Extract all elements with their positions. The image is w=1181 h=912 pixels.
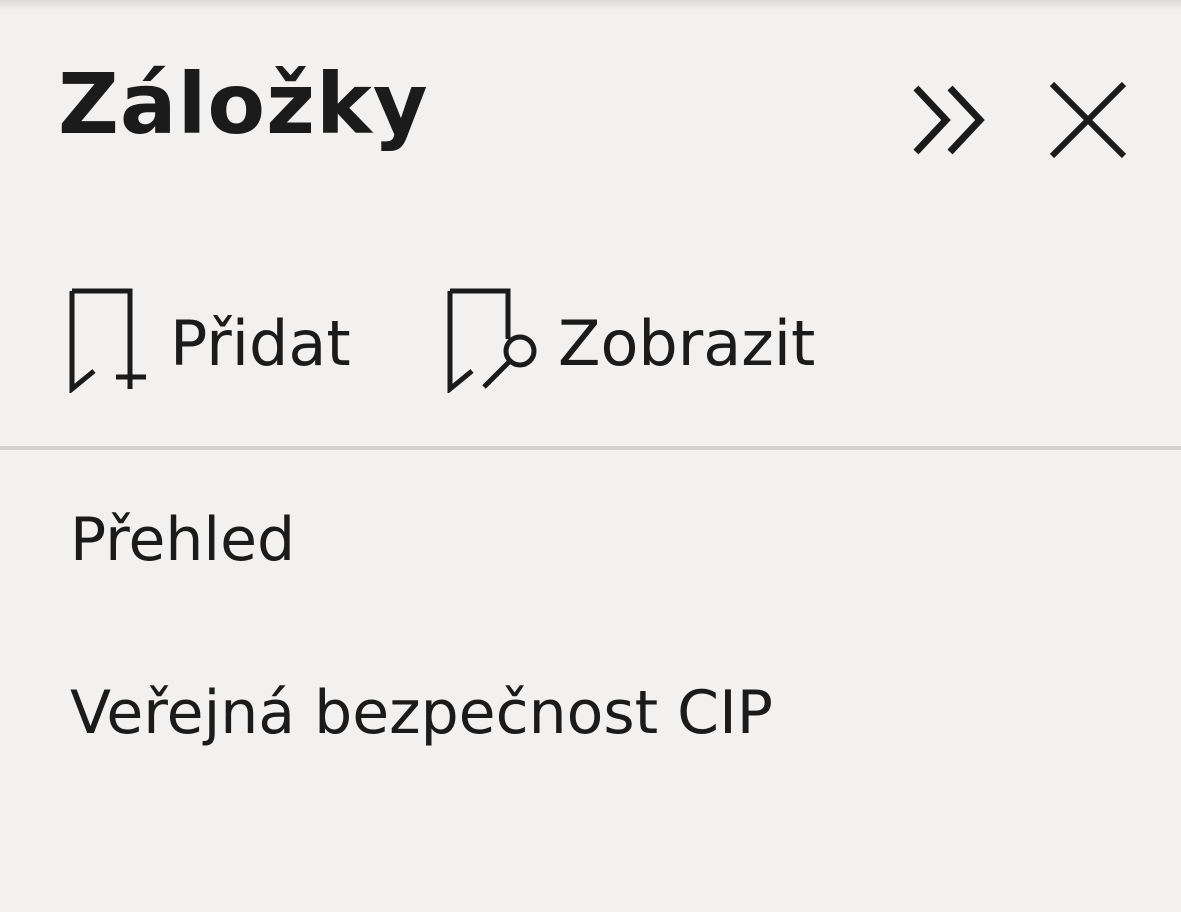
bookmark-item[interactable]: Přehled [70, 510, 295, 570]
collapse-panel-button[interactable] [905, 72, 995, 168]
add-bookmark-button[interactable]: Přidat [66, 285, 351, 395]
close-panel-button[interactable] [1043, 72, 1133, 168]
double-chevron-right-icon [913, 85, 985, 155]
close-icon [1049, 81, 1127, 159]
panel-title: Záložky [58, 55, 429, 153]
divider [0, 446, 1181, 450]
bookmarks-panel: Záložky Přidat Zobrazit Přehled Veřejná … [0, 0, 1181, 912]
view-bookmarks-label: Zobrazit [558, 307, 816, 380]
bookmark-item[interactable]: Veřejná bezpečnost CIP [70, 683, 773, 743]
bookmark-add-icon [69, 288, 146, 393]
bookmark-view-icon [447, 288, 537, 393]
add-bookmark-label: Přidat [170, 307, 351, 380]
view-bookmarks-button[interactable]: Zobrazit [444, 285, 815, 395]
